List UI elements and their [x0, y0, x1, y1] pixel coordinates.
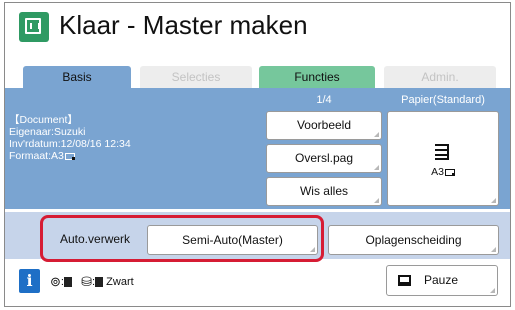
- drum-icon: ⊚: [50, 274, 61, 289]
- oversl-pag-button[interactable]: Oversl.pag: [266, 144, 382, 173]
- document-format: Formaat:A3: [9, 150, 64, 162]
- document-date: Inv'rdatum:12/08/16 12:34: [9, 138, 131, 150]
- pauze-button[interactable]: Pauze: [386, 265, 498, 296]
- document-heading: 【Document】: [9, 114, 78, 126]
- sheet-orientation-icon: [64, 152, 75, 160]
- ink-level-icon: [95, 277, 104, 287]
- paper-button[interactable]: A3: [387, 111, 499, 206]
- oplagenscheiding-button[interactable]: Oplagenscheiding: [328, 225, 499, 255]
- sheet-orientation-icon: [444, 168, 455, 176]
- paper-label: Papier(Standard): [401, 94, 485, 106]
- ink-color: Zwart: [106, 275, 134, 288]
- drum-level-icon: [63, 277, 72, 287]
- document-owner: Eigenaar:Suzuki: [9, 126, 86, 138]
- info-button[interactable]: i: [19, 269, 40, 293]
- paper-size: A3: [431, 166, 444, 178]
- page-indicator: 1/4: [316, 94, 332, 106]
- page-title: Klaar - Master maken: [59, 10, 308, 40]
- pauze-label: Pauze: [424, 273, 459, 287]
- pause-icon: [398, 275, 411, 286]
- wis-alles-button[interactable]: Wis alles: [266, 177, 382, 206]
- tab-basis[interactable]: Basis: [23, 66, 131, 88]
- document-info: 【Document】 Eigenaar:Suzuki Inv'rdatum:12…: [9, 114, 131, 162]
- paper-tray-icon: [435, 144, 449, 160]
- ink-icon: ⛁: [81, 274, 93, 289]
- tab-selecties[interactable]: Selecties: [140, 66, 252, 88]
- tab-functies[interactable]: Functies: [259, 66, 375, 88]
- auto-process-highlight: [40, 215, 324, 262]
- tab-admin[interactable]: Admin.: [384, 66, 496, 88]
- status-bar: ⊚: ⛁: Zwart: [50, 274, 134, 289]
- master-icon: [19, 12, 49, 42]
- voorbeeld-button[interactable]: Voorbeeld: [266, 111, 382, 140]
